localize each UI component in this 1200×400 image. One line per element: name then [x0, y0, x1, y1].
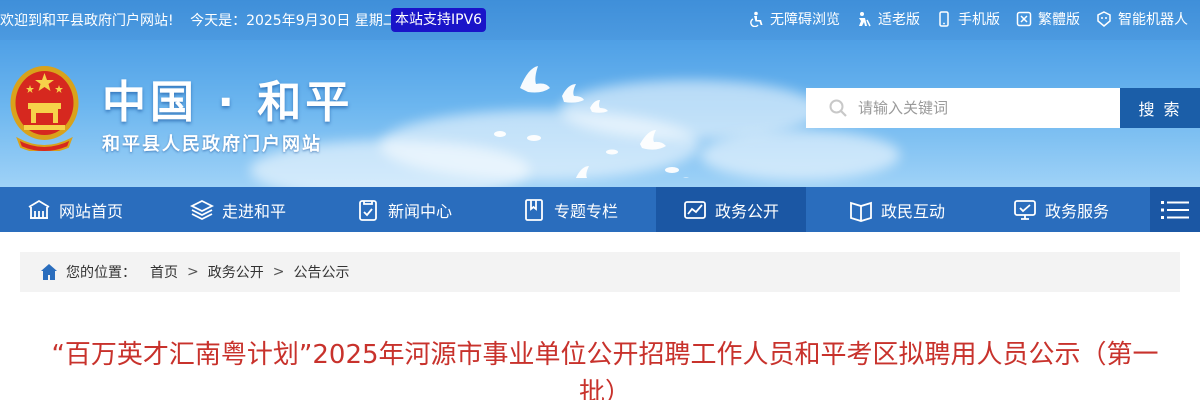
breadcrumb-label: 您的位置：	[66, 265, 136, 281]
mobile-label: 手机版	[958, 12, 1000, 28]
ipv6-badge: 本站支持IPV6	[391, 8, 487, 32]
current-date: 今天是：2025年9月30日 星期二	[190, 13, 397, 29]
nav-item-news[interactable]: 新闻中心	[329, 187, 479, 232]
elderly-icon	[859, 12, 871, 27]
traditional-label: 繁體版	[1038, 12, 1080, 28]
top-links: 无障碍浏览 适老版 手机版 繁體版 智能机器人	[748, 9, 1188, 29]
traditional-link[interactable]: 繁體版	[1016, 9, 1080, 29]
nav-label: 政民互动	[880, 201, 945, 221]
nav-label: 网站首页	[58, 201, 123, 221]
accessibility-link[interactable]: 无障碍浏览	[748, 9, 840, 29]
breadcrumb: 您的位置： 首页 > 政务公开 > 公告公示	[20, 252, 1180, 292]
top-bar: 欢迎到和平县政府门户网站! 今天是：2025年9月30日 星期二 本站支持IPV…	[0, 0, 1200, 40]
nav-label: 政务公开	[714, 201, 779, 221]
article-title: “百万英才汇南粤计划”2025年河源市事业单位公开招聘工作人员和平考区拟聘用人员…	[51, 340, 1159, 400]
welcome-message: 欢迎到和平县政府门户网站!	[0, 13, 174, 29]
site-title: 中国 · 和平	[102, 77, 354, 128]
nav-item-about[interactable]: 走进和平	[163, 187, 313, 232]
traditional-icon	[1016, 11, 1032, 27]
accessibility-label: 无障碍浏览	[770, 12, 840, 28]
home-icon	[41, 264, 57, 280]
mobile-icon	[939, 11, 949, 27]
breadcrumb-link-notices[interactable]: 公告公示	[293, 262, 349, 282]
mobile-link[interactable]: 手机版	[936, 9, 1000, 29]
accessibility-icon	[750, 11, 763, 27]
search-icon	[829, 99, 847, 117]
welcome-text: 欢迎到和平县政府门户网站! 今天是：2025年9月30日 星期二	[0, 10, 409, 30]
breadcrumb-link-home[interactable]: 首页	[150, 262, 178, 282]
banner: 中国 · 和平 和平县人民政府门户网站 搜 索	[0, 40, 1200, 187]
nav-item-interaction[interactable]: 政民互动	[822, 187, 972, 232]
nav-item-services[interactable]: 政务服务	[986, 187, 1136, 232]
robot-icon	[1097, 11, 1111, 27]
breadcrumb-separator: >	[187, 264, 199, 280]
doves-decoration	[494, 66, 689, 178]
bookmark-icon	[525, 198, 543, 221]
nav-label: 新闻中心	[387, 201, 452, 221]
nav-item-topics[interactable]: 专题专栏	[495, 187, 645, 232]
robot-label: 智能机器人	[1118, 12, 1188, 28]
nav-item-home[interactable]: 网站首页	[0, 187, 150, 232]
robot-link[interactable]: 智能机器人	[1096, 9, 1188, 29]
search-button[interactable]: 搜 索	[1120, 88, 1200, 128]
breadcrumb-separator: >	[272, 264, 285, 280]
news-icon	[359, 199, 377, 221]
nav-item-gov-affairs[interactable]: 政务公开	[656, 187, 806, 232]
nav-label: 走进和平	[221, 201, 286, 221]
nav-label: 政务服务	[1044, 201, 1109, 221]
service-icon	[1014, 199, 1036, 220]
nav-label: 专题专栏	[553, 201, 618, 221]
menu-icon	[1161, 200, 1189, 219]
main-nav: 网站首页 走进和平 新闻中心 专题专栏 政务公开 政民互动 政务服务	[0, 187, 1200, 232]
layers-icon	[189, 199, 214, 220]
elderly-link[interactable]: 适老版	[856, 9, 920, 29]
nav-menu-button[interactable]	[1150, 187, 1200, 232]
national-emblem-icon	[10, 66, 79, 151]
elderly-label: 适老版	[878, 12, 920, 28]
breadcrumb-link-gov-affairs[interactable]: 政务公开	[208, 262, 264, 282]
site-subtitle: 和平县人民政府门户网站	[102, 134, 322, 155]
chart-icon	[684, 200, 706, 219]
search-box	[806, 88, 1120, 128]
home-icon	[28, 199, 50, 219]
search-input[interactable]	[858, 88, 1118, 128]
book-icon	[850, 201, 872, 222]
